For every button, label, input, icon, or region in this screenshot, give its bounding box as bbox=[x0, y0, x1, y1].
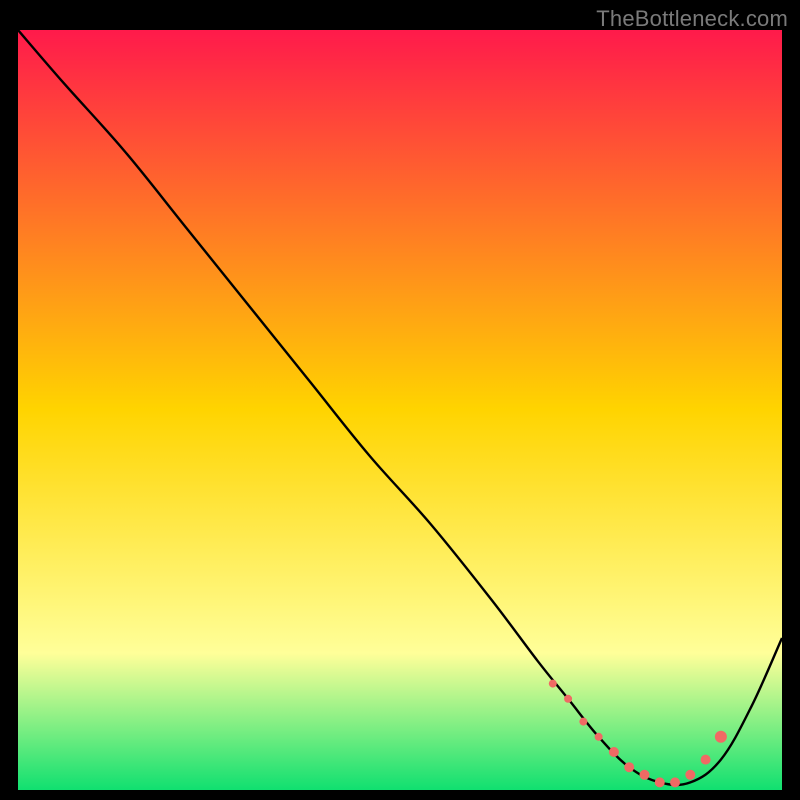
curve-marker bbox=[624, 762, 634, 772]
curve-marker bbox=[609, 747, 619, 757]
bottleneck-chart bbox=[18, 30, 782, 790]
curve-marker bbox=[701, 755, 711, 765]
curve-marker bbox=[639, 770, 649, 780]
curve-marker bbox=[685, 770, 695, 780]
chart-frame: TheBottleneck.com bbox=[0, 0, 800, 800]
curve-marker bbox=[715, 731, 727, 743]
curve-marker bbox=[549, 680, 557, 688]
gradient-background bbox=[18, 30, 782, 790]
curve-marker bbox=[564, 695, 572, 703]
curve-marker bbox=[595, 733, 603, 741]
curve-marker bbox=[655, 777, 665, 787]
attribution-label: TheBottleneck.com bbox=[596, 6, 788, 32]
curve-marker bbox=[670, 777, 680, 787]
curve-marker bbox=[579, 718, 587, 726]
